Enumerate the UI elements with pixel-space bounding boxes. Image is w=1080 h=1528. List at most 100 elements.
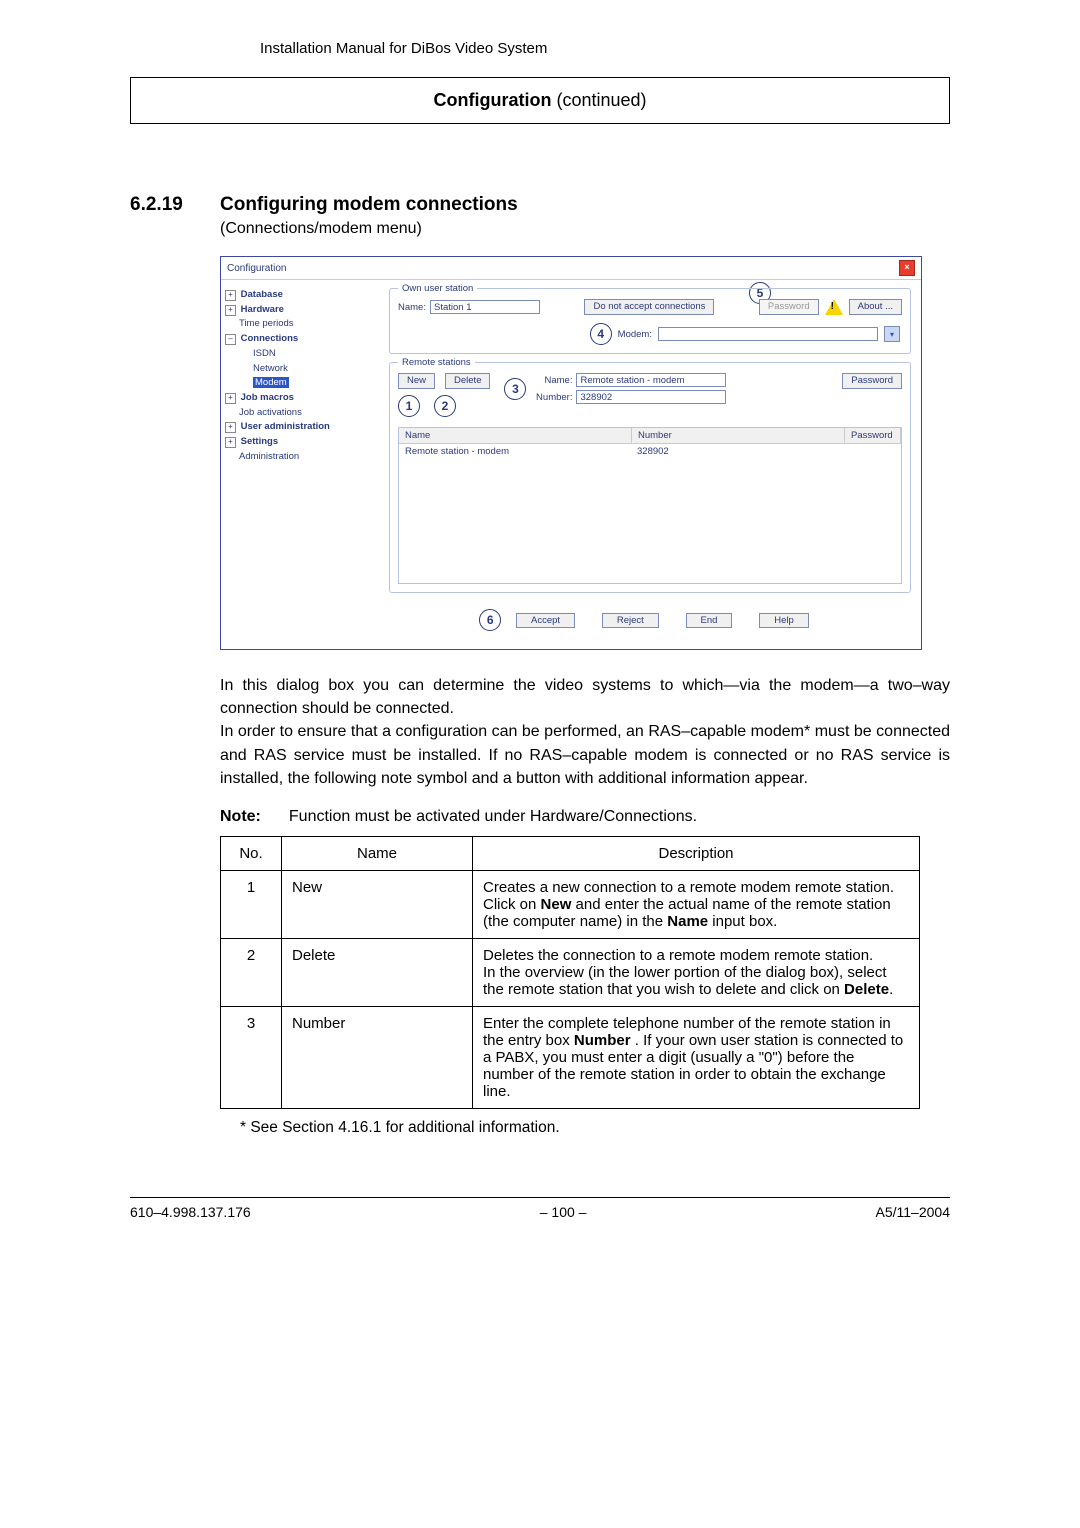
remote-stations-legend: Remote stations bbox=[398, 357, 475, 368]
r1-desc: Creates a new connection to a remote mod… bbox=[473, 870, 920, 938]
table-row: 2 Delete Deletes the connection to a rem… bbox=[221, 938, 920, 1006]
help-button[interactable]: Help bbox=[759, 613, 809, 628]
config-banner: Configuration (continued) bbox=[130, 77, 950, 124]
tree-administration[interactable]: Administration bbox=[225, 450, 375, 465]
chevron-down-icon[interactable]: ▾ bbox=[884, 326, 900, 342]
col-name[interactable]: Name bbox=[399, 428, 632, 443]
own-station-legend: Own user station bbox=[398, 283, 477, 294]
expand-icon[interactable]: + bbox=[225, 422, 236, 433]
footer-right: A5/11–2004 bbox=[876, 1204, 950, 1220]
footer-mid: – 100 – bbox=[540, 1204, 587, 1220]
modem-label: Modem: bbox=[618, 329, 652, 340]
note-bold: Note: bbox=[220, 808, 261, 825]
own-password-button: Password bbox=[759, 299, 819, 315]
tree-time-periods[interactable]: Time periods bbox=[225, 317, 375, 332]
close-icon[interactable]: × bbox=[899, 260, 915, 276]
body-p2: In order to ensure that a configuration … bbox=[220, 723, 950, 786]
col-password[interactable]: Password bbox=[845, 428, 901, 443]
callout-6: 6 bbox=[479, 609, 501, 631]
r1-d2a: Click on bbox=[483, 896, 541, 913]
r2-d2b: Delete bbox=[844, 981, 889, 998]
reject-button[interactable]: Reject bbox=[602, 613, 659, 628]
modem-combo[interactable] bbox=[658, 327, 878, 341]
config-dialog: Configuration × + Database + Hardware Ti… bbox=[220, 256, 922, 650]
callout-1: 1 bbox=[398, 395, 420, 417]
callout-4: 4 bbox=[590, 323, 612, 345]
delete-button[interactable]: Delete bbox=[445, 373, 490, 389]
r2-d1: Deletes the connection to a remote modem… bbox=[483, 947, 873, 964]
tree-modem-selected[interactable]: Modem bbox=[253, 377, 289, 388]
tree-network[interactable]: Network bbox=[225, 362, 375, 377]
end-button[interactable]: End bbox=[686, 613, 733, 628]
remote-stations-fieldset: Remote stations New Delete 1 2 bbox=[389, 362, 911, 593]
config-banner-rest: (continued) bbox=[551, 90, 646, 110]
expand-icon[interactable]: + bbox=[225, 393, 236, 404]
page-footer: 610–4.998.137.176 – 100 – A5/11–2004 bbox=[130, 1197, 950, 1220]
r1-d2b: New bbox=[541, 896, 572, 913]
remote-name-label: Name: bbox=[532, 375, 572, 386]
r3-desc: Enter the complete telephone number of t… bbox=[473, 1006, 920, 1108]
row-name: Remote station - modem bbox=[399, 444, 631, 459]
th-name: Name bbox=[282, 836, 473, 870]
r2-no: 2 bbox=[221, 938, 282, 1006]
row-number: 328902 bbox=[631, 444, 843, 459]
r1-d1: Creates a new connection to a remote mod… bbox=[483, 879, 894, 896]
remote-number-label: Number: bbox=[532, 392, 572, 403]
r2-desc: Deletes the connection to a remote modem… bbox=[473, 938, 920, 1006]
tree-job-activations[interactable]: Job activations bbox=[225, 406, 375, 421]
tree-hardware[interactable]: Hardware bbox=[241, 304, 284, 315]
dialog-title: Configuration bbox=[227, 263, 286, 274]
th-desc: Description bbox=[473, 836, 920, 870]
accept-button[interactable]: Accept bbox=[516, 613, 575, 628]
col-number[interactable]: Number bbox=[632, 428, 845, 443]
nav-tree[interactable]: + Database + Hardware Time periods – Con… bbox=[221, 280, 379, 649]
config-banner-bold: Configuration bbox=[433, 90, 551, 110]
row-password bbox=[843, 444, 901, 459]
remote-number-input[interactable]: 328902 bbox=[576, 390, 726, 404]
footer-left: 610–4.998.137.176 bbox=[130, 1204, 251, 1220]
body-p1: In this dialog box you can determine the… bbox=[220, 677, 950, 717]
tree-user-admin[interactable]: User administration bbox=[241, 421, 330, 432]
own-name-input[interactable]: Station 1 bbox=[430, 300, 540, 314]
callout-2: 2 bbox=[434, 395, 456, 417]
section-subtitle: (Connections/modem menu) bbox=[220, 220, 950, 238]
footnote: * See Section 4.16.1 for additional info… bbox=[240, 1119, 950, 1137]
remote-password-button[interactable]: Password bbox=[842, 373, 902, 389]
r1-d2e: input box. bbox=[708, 913, 777, 930]
list-row[interactable]: Remote station - modem 328902 bbox=[399, 444, 901, 459]
expand-icon[interactable]: + bbox=[225, 290, 236, 301]
section-title: Configuring modem connections bbox=[220, 194, 518, 215]
new-button[interactable]: New bbox=[398, 373, 435, 389]
tree-settings[interactable]: Settings bbox=[241, 436, 278, 447]
section-number: 6.2.19 bbox=[130, 194, 220, 216]
th-no: No. bbox=[221, 836, 282, 870]
description-table: No. Name Description 1 New Creates a new… bbox=[220, 836, 920, 1109]
expand-icon[interactable]: + bbox=[225, 437, 236, 448]
r3-no: 3 bbox=[221, 1006, 282, 1108]
collapse-icon[interactable]: – bbox=[225, 334, 236, 345]
about-button[interactable]: About ... bbox=[849, 299, 902, 315]
doc-header: Installation Manual for DiBos Video Syst… bbox=[260, 40, 950, 57]
do-not-accept-button[interactable]: Do not accept connections bbox=[584, 299, 714, 315]
r1-name: New bbox=[282, 870, 473, 938]
tree-connections[interactable]: Connections bbox=[241, 333, 299, 344]
r3-d1b: Number bbox=[574, 1032, 631, 1049]
expand-icon[interactable]: + bbox=[225, 305, 236, 316]
table-row: 3 Number Enter the complete telephone nu… bbox=[221, 1006, 920, 1108]
r3-name: Number bbox=[282, 1006, 473, 1108]
r1-d2d: Name bbox=[667, 913, 708, 930]
warning-icon bbox=[825, 299, 843, 315]
r2-d2a: In the overview (in the lower portion of… bbox=[483, 964, 887, 998]
r2-name: Delete bbox=[282, 938, 473, 1006]
own-station-fieldset: Own user station Name: Station 1 Do not … bbox=[389, 288, 911, 354]
own-name-label: Name: bbox=[398, 302, 426, 313]
tree-job-macros[interactable]: Job macros bbox=[241, 392, 294, 403]
remote-name-input[interactable]: Remote station - modem bbox=[576, 373, 726, 387]
callout-3: 3 bbox=[504, 378, 526, 400]
tree-isdn[interactable]: ISDN bbox=[225, 347, 375, 362]
remote-stations-list[interactable]: Name Number Password Remote station - mo… bbox=[398, 427, 902, 584]
r1-no: 1 bbox=[221, 870, 282, 938]
note-text: Function must be activated under Hardwar… bbox=[289, 808, 697, 825]
tree-database[interactable]: Database bbox=[241, 289, 283, 300]
r2-d2c: . bbox=[889, 981, 893, 998]
